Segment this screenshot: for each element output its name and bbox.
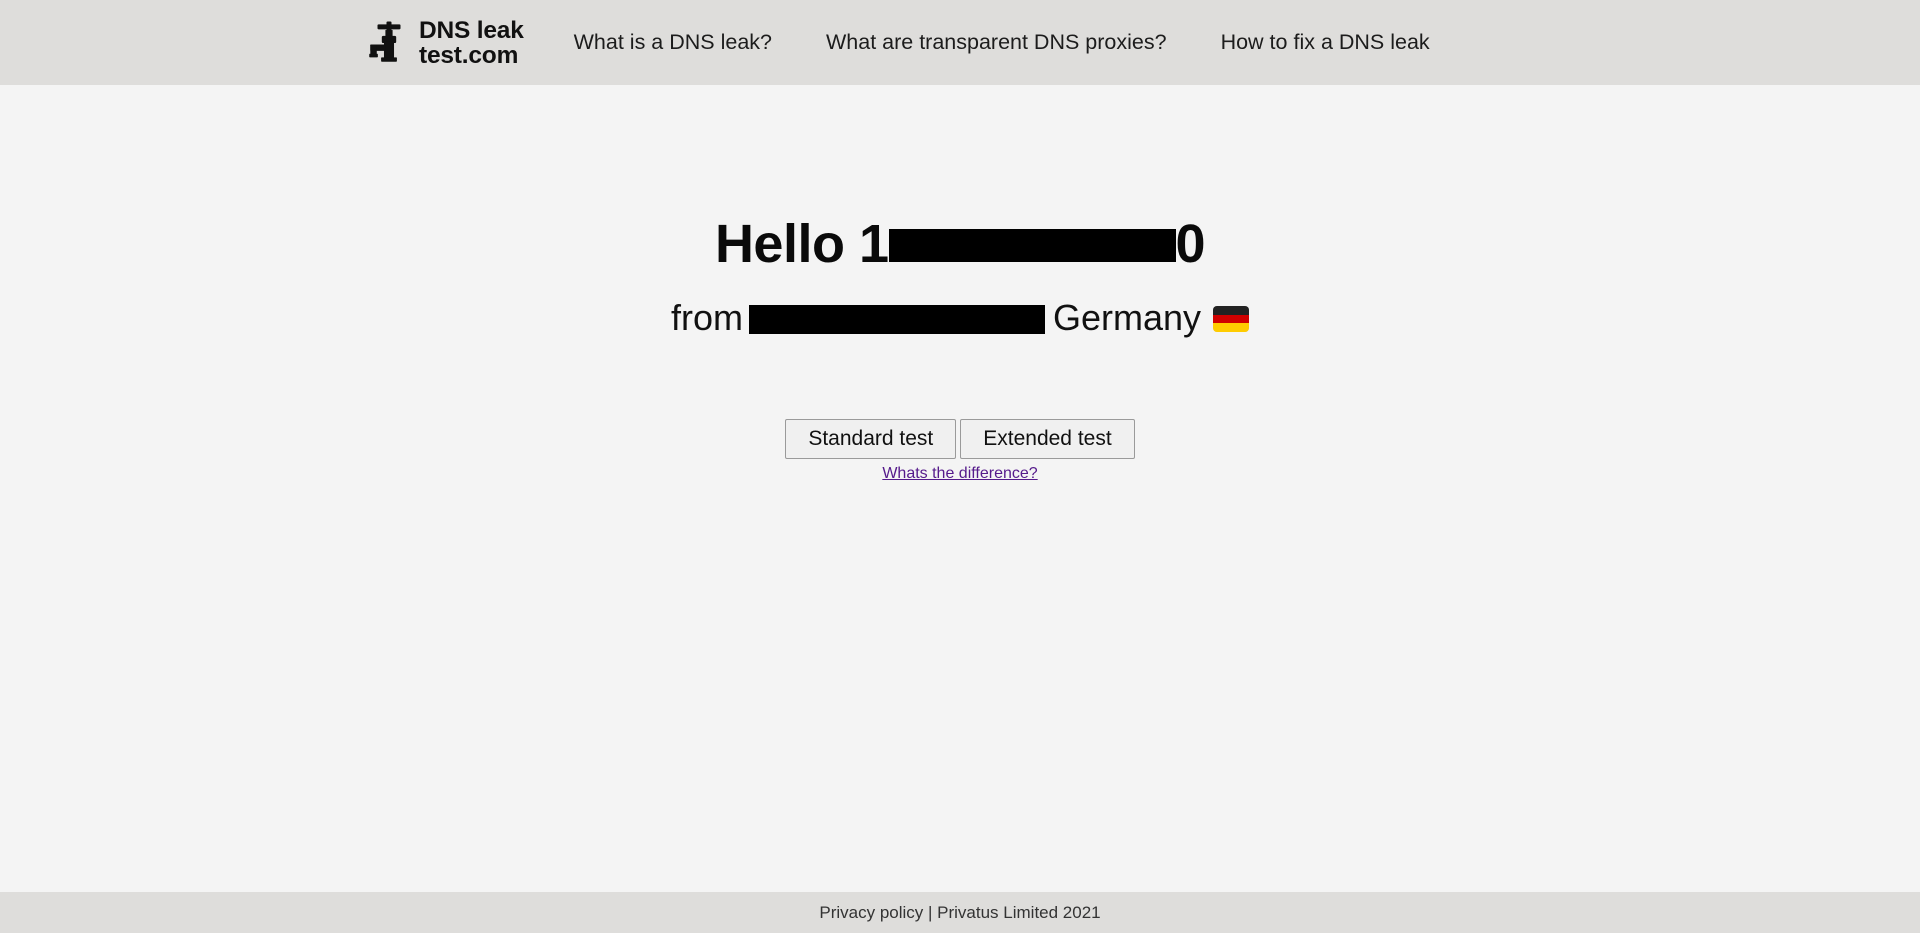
flag-band-red	[1213, 314, 1250, 324]
standard-test-button[interactable]: Standard test	[785, 418, 957, 459]
main-nav: What is a DNS leak? What are transparent…	[574, 30, 1430, 55]
redacted-ip-address	[888, 229, 1176, 263]
logo-line-2: test.com	[419, 41, 519, 69]
extended-test-button[interactable]: Extended test	[960, 418, 1135, 459]
footer-copyright-text: Privacy policy | Privatus Limited 2021	[819, 902, 1101, 922]
site-header: DNS leak test.com What is a DNS leak? Wh…	[0, 0, 1920, 85]
site-logo[interactable]: DNS leak test.com	[366, 18, 524, 68]
logo-line-1: DNS leak	[419, 18, 524, 43]
site-footer: Privacy policy | Privatus Limited 2021	[0, 892, 1920, 933]
whats-the-difference-link[interactable]: Whats the difference?	[882, 465, 1037, 482]
greeting-suffix: 0	[1175, 214, 1206, 274]
flag-band-black	[1213, 305, 1250, 315]
origin-line: from Germany	[0, 274, 1920, 338]
nav-how-to-fix-dns-leak[interactable]: How to fix a DNS leak	[1221, 30, 1430, 55]
greeting-prefix: Hello 1	[714, 214, 889, 274]
main-content: Hello 1 0 from Germany Standard test Exten…	[0, 85, 1920, 892]
faucet-tap-icon	[369, 20, 401, 62]
origin-prefix: from	[670, 297, 743, 339]
redacted-isp-name	[748, 304, 1045, 334]
german-flag-icon	[1213, 305, 1250, 332]
nav-transparent-dns-proxies[interactable]: What are transparent DNS proxies?	[826, 30, 1167, 55]
logo-wordmark: DNS leak test.com	[419, 18, 524, 68]
logo-dns-text: DNS	[419, 16, 471, 44]
header-inner: DNS leak test.com What is a DNS leak? Wh…	[366, 18, 1430, 68]
nav-what-is-dns-leak[interactable]: What is a DNS leak?	[574, 30, 772, 55]
test-buttons-group: Standard test Extended test	[0, 418, 1920, 459]
origin-country: Germany	[1052, 297, 1202, 339]
flag-band-gold	[1213, 323, 1250, 332]
logo-leak-text: leak	[470, 16, 524, 44]
difference-link-wrap: Whats the difference?	[0, 465, 1920, 483]
greeting-heading: Hello 1 0	[0, 85, 1920, 274]
